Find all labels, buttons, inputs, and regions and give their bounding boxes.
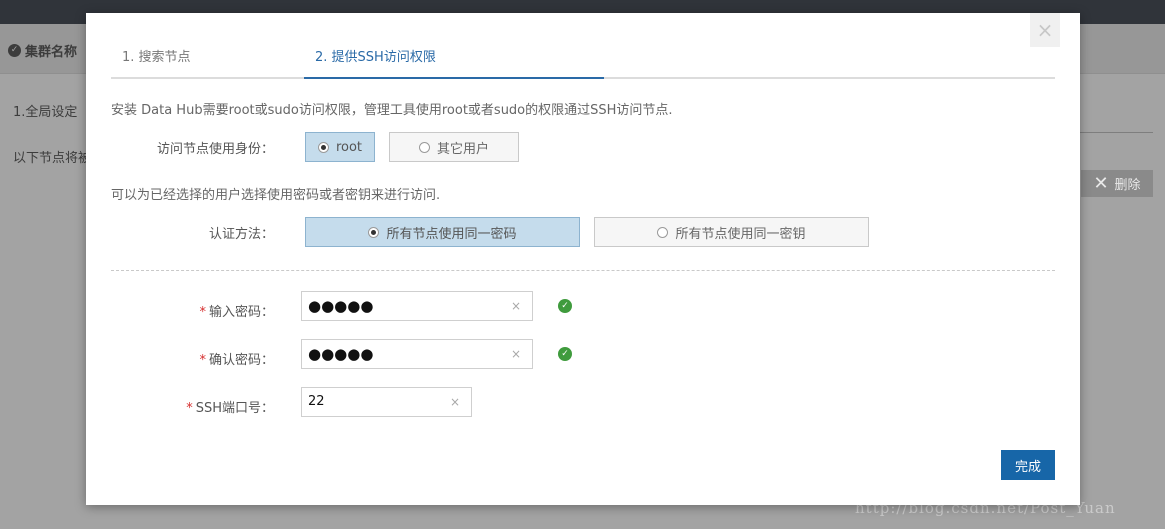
finish-button[interactable]: 完成 [1001, 450, 1055, 480]
close-button[interactable]: × [1030, 13, 1060, 47]
password-label: * 输入密码： [146, 301, 274, 320]
confirm-password-label-text: 确认密码： [208, 353, 274, 368]
identity-option-other[interactable]: 其它用户 [389, 132, 519, 162]
required-mark: * [186, 401, 193, 416]
radio-icon [657, 226, 669, 238]
ssh-port-input[interactable]: 22 × [301, 387, 472, 417]
ssh-port-value: 22 [308, 394, 325, 409]
confirm-password-input[interactable]: ●●●●● × [301, 339, 533, 369]
tab-ssh-access[interactable]: 2. 提供SSH访问权限 [304, 45, 604, 79]
check-circle-icon: ✓ [558, 299, 572, 313]
auth-option-same-key[interactable]: 所有节点使用同一密钥 [594, 217, 869, 247]
access-description: 安装 Data Hub需要root或sudo访问权限，管理工具使用root或者s… [111, 103, 673, 118]
identity-label: 访问节点使用身份： [156, 142, 274, 157]
password-input[interactable]: ●●●●● × [301, 291, 533, 321]
required-mark: * [199, 353, 206, 368]
close-icon: ✕ [1093, 172, 1109, 194]
clear-icon[interactable]: × [450, 388, 460, 416]
wizard-tabs: 1. 搜索节点 2. 提供SSH访问权限 [111, 45, 1055, 79]
identity-option-label: root [335, 139, 363, 155]
delete-button[interactable]: ✕ 删除 [1081, 170, 1153, 197]
password-label-text: 输入密码： [208, 305, 274, 320]
radio-icon [368, 226, 380, 238]
tab-search-nodes[interactable]: 1. 搜索节点 [122, 45, 191, 79]
delete-label: 删除 [1114, 178, 1141, 193]
password-value: ●●●●● [308, 297, 374, 315]
cluster-name-label: 集群名称 [25, 45, 78, 60]
auth-option-same-password[interactable]: 所有节点使用同一密码 [305, 217, 580, 247]
auth-option-label: 所有节点使用同一密码 [386, 226, 517, 242]
auth-hint: 可以为已经选择的用户选择使用密码或者密钥来进行访问. [111, 188, 441, 203]
background-divider [1080, 132, 1153, 133]
global-settings-step: 1.全局设定 [13, 105, 78, 120]
confirm-password-value: ●●●●● [308, 345, 374, 363]
radio-icon [418, 141, 430, 153]
required-mark: * [199, 305, 206, 320]
confirm-password-label: * 确认密码： [146, 349, 274, 368]
auth-method-label: 认证方法： [208, 227, 274, 242]
cluster-name-heading: ✓ 集群名称 [8, 41, 77, 60]
radio-icon [317, 141, 329, 153]
auth-option-label: 所有节点使用同一密钥 [675, 226, 806, 242]
ssh-access-dialog: × 1. 搜索节点 2. 提供SSH访问权限 安装 Data Hub需要root… [86, 13, 1080, 505]
identity-option-root[interactable]: root [305, 132, 375, 162]
clear-icon[interactable]: × [511, 340, 521, 368]
close-icon: × [1036, 18, 1054, 42]
ssh-port-label: * SSH端口号： [146, 397, 274, 416]
check-circle-icon: ✓ [8, 44, 21, 57]
identity-option-label: 其它用户 [436, 141, 489, 157]
ssh-port-label-text: SSH端口号： [195, 401, 274, 416]
check-circle-icon: ✓ [558, 347, 572, 361]
nodes-text: 以下节点将被 [13, 151, 92, 166]
section-divider [111, 270, 1055, 271]
clear-icon[interactable]: × [511, 292, 521, 320]
